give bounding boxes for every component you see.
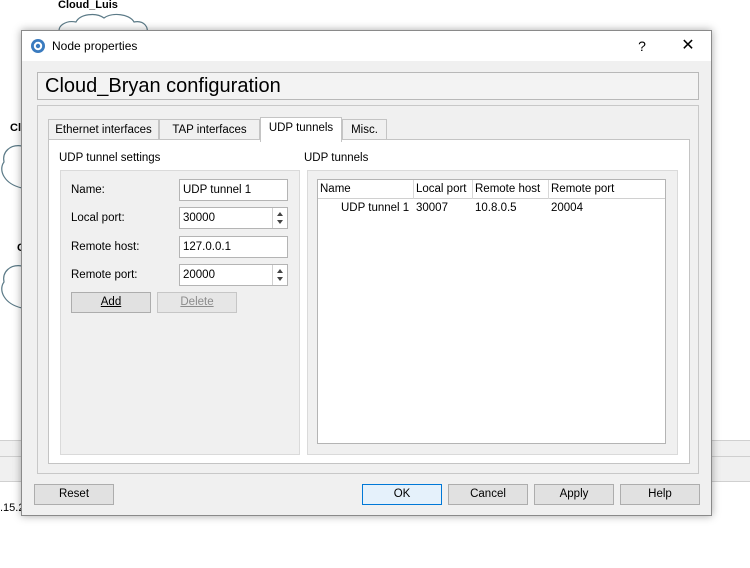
- name-label: Name:: [71, 184, 105, 196]
- remote-host-label: Remote host:: [71, 241, 140, 253]
- node-properties-dialog: Node properties ? ✕ Cloud_Bryan configur…: [21, 30, 712, 516]
- app-icon: [31, 39, 45, 53]
- cell-remote-host: 10.8.0.5: [475, 202, 517, 214]
- spin-arrows[interactable]: [272, 265, 287, 285]
- add-button[interactable]: Add: [71, 292, 151, 313]
- reset-button[interactable]: Reset: [34, 484, 114, 505]
- config-title: Cloud_Bryan configuration: [37, 72, 699, 100]
- spin-up-icon[interactable]: [277, 269, 283, 273]
- help-icon[interactable]: ?: [620, 33, 664, 59]
- name-field[interactable]: UDP tunnel 1: [179, 179, 288, 201]
- column-header-remote-port[interactable]: Remote port: [549, 180, 665, 199]
- delete-button[interactable]: Delete: [157, 292, 237, 313]
- help-button[interactable]: Help: [620, 484, 700, 505]
- column-header-local-port[interactable]: Local port: [414, 180, 473, 199]
- table-row[interactable]: UDP tunnel 1 30007 10.8.0.5 20004: [318, 200, 665, 217]
- spin-down-icon[interactable]: [277, 277, 283, 281]
- spin-down-icon[interactable]: [277, 220, 283, 224]
- remote-port-spinbox[interactable]: 20000: [179, 264, 288, 286]
- ok-button[interactable]: OK: [362, 484, 442, 505]
- tab-udp-tunnels[interactable]: UDP tunnels: [260, 117, 342, 142]
- node-label-cloud-luis[interactable]: Cloud_Luis: [58, 0, 118, 11]
- apply-button[interactable]: Apply: [534, 484, 614, 505]
- cell-local-port: 30007: [416, 202, 448, 214]
- remote-host-field[interactable]: 127.0.0.1: [179, 236, 288, 258]
- remote-port-label: Remote port:: [71, 269, 138, 281]
- close-icon[interactable]: ✕: [666, 33, 710, 59]
- list-header: Name Local port Remote host Remote port: [318, 180, 665, 199]
- udp-tunnels-title: UDP tunnels: [304, 152, 369, 164]
- cell-name: UDP tunnel 1: [341, 202, 410, 214]
- dialog-title: Node properties: [52, 39, 138, 53]
- cancel-button[interactable]: Cancel: [448, 484, 528, 505]
- local-port-spinbox[interactable]: 30000: [179, 207, 288, 229]
- local-port-value: 30000: [183, 212, 215, 224]
- node-label-partial[interactable]: Cl: [10, 122, 21, 134]
- column-header-remote-host[interactable]: Remote host: [473, 180, 549, 199]
- cell-remote-port: 20004: [551, 202, 583, 214]
- udp-tunnels-list[interactable]: Name Local port Remote host Remote port …: [317, 179, 666, 444]
- spin-arrows[interactable]: [272, 208, 287, 228]
- udp-tunnel-settings-title: UDP tunnel settings: [59, 152, 161, 164]
- local-port-label: Local port:: [71, 212, 125, 224]
- remote-port-value: 20000: [183, 269, 215, 281]
- column-header-name[interactable]: Name: [318, 180, 414, 199]
- spin-up-icon[interactable]: [277, 212, 283, 216]
- dialog-titlebar[interactable]: Node properties ? ✕: [22, 31, 711, 61]
